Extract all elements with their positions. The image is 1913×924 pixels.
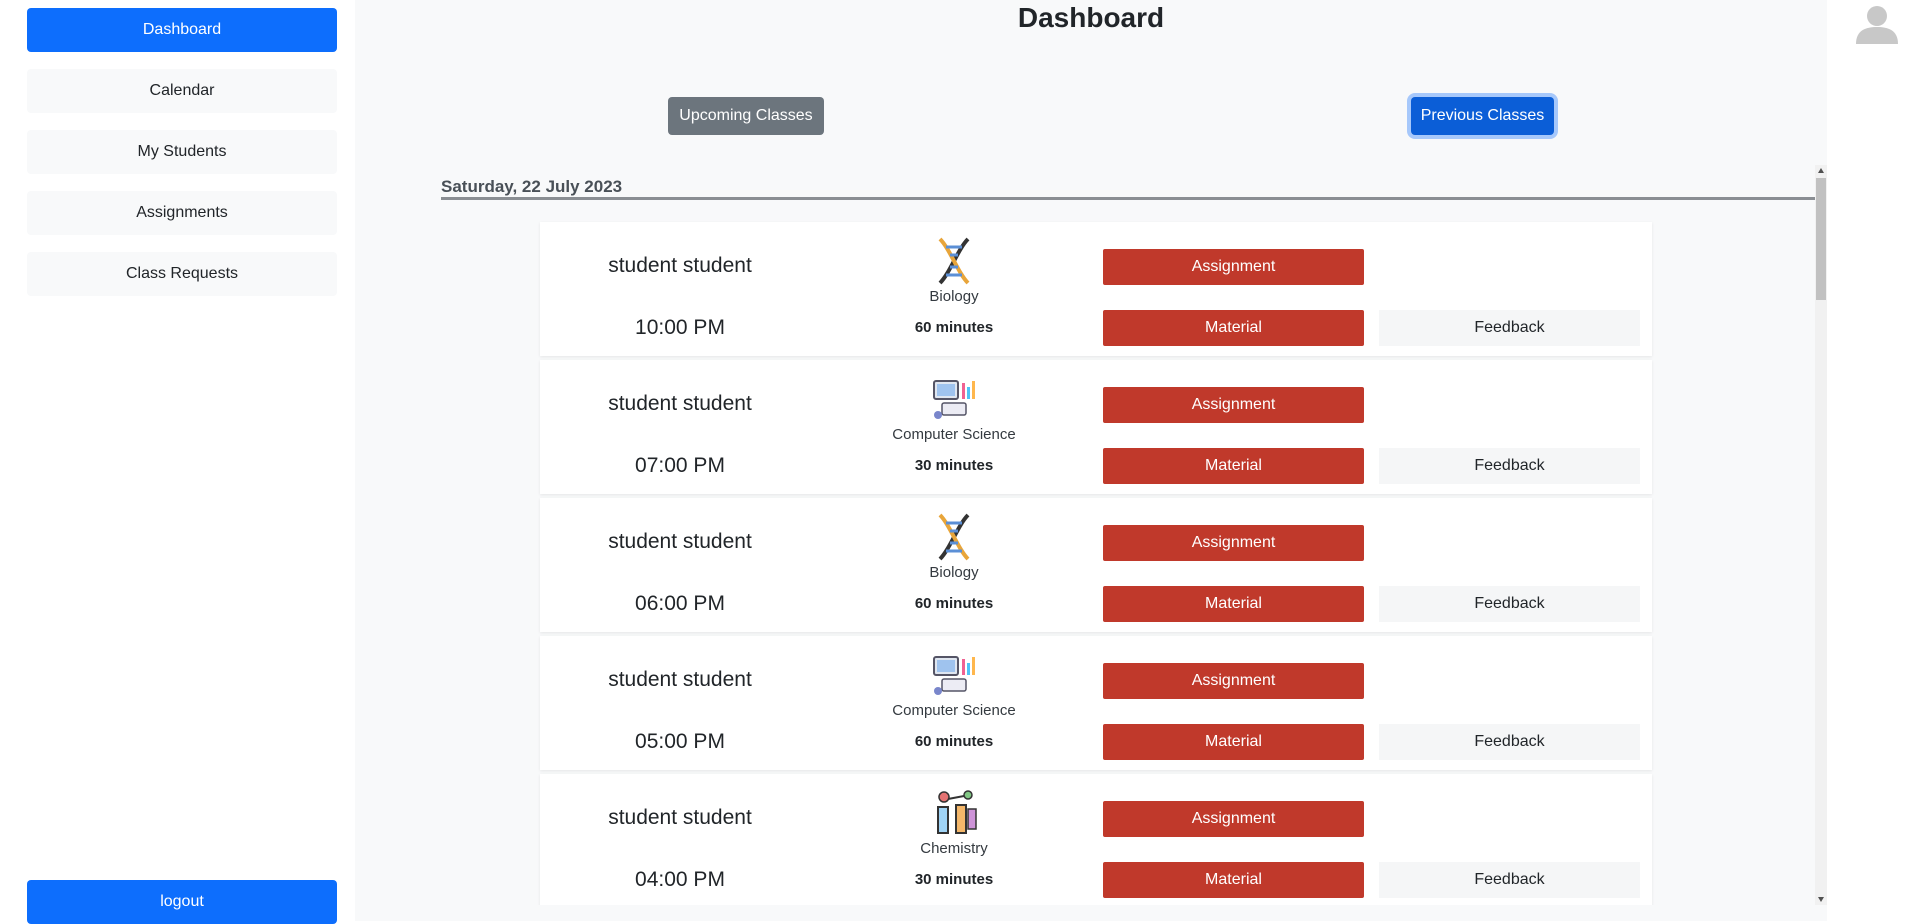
- class-time: 05:00 PM: [635, 730, 725, 753]
- material-button[interactable]: Material: [1103, 724, 1364, 760]
- student-name: student student: [608, 254, 752, 277]
- class-time: 07:00 PM: [635, 454, 725, 477]
- sidebar-item-class-requests[interactable]: Class Requests: [27, 252, 337, 296]
- chemistry-icon: [928, 787, 980, 839]
- sidebar-item-my-students[interactable]: My Students: [27, 130, 337, 174]
- logout-button[interactable]: logout: [27, 880, 337, 924]
- student-name: student student: [608, 392, 752, 415]
- subject-name: Chemistry: [920, 840, 988, 857]
- class-time: 04:00 PM: [635, 868, 725, 891]
- scroll-up-arrow-icon[interactable]: [1818, 168, 1824, 173]
- date-divider: [441, 197, 1815, 200]
- computer-science-icon: [928, 373, 980, 425]
- class-card: student student 06:00 PM Biology 60 minutes…: [540, 498, 1652, 632]
- student-name: student student: [608, 806, 752, 829]
- date-heading: Saturday, 22 July 2023: [441, 177, 623, 196]
- class-duration: 30 minutes: [914, 871, 994, 888]
- sidebar: Dashboard Calendar My Students Assignmen…: [0, 0, 355, 924]
- dna-icon: [928, 511, 980, 563]
- upcoming-classes-button[interactable]: Upcoming Classes: [668, 97, 824, 135]
- class-card: student student 05:00 PM Computer Science 6…: [540, 636, 1652, 770]
- student-name: student student: [608, 668, 752, 691]
- avatar-icon[interactable]: [1852, 0, 1902, 44]
- material-button[interactable]: Material: [1103, 862, 1364, 898]
- assignment-button[interactable]: Assignment: [1103, 249, 1364, 285]
- class-duration: 60 minutes: [914, 733, 994, 750]
- feedback-button[interactable]: Feedback: [1379, 862, 1640, 898]
- material-button[interactable]: Material: [1103, 448, 1364, 484]
- class-duration: 30 minutes: [914, 457, 994, 474]
- scroll-down-arrow-icon[interactable]: [1818, 897, 1824, 902]
- assignment-button[interactable]: Assignment: [1103, 801, 1364, 837]
- computer-science-icon: [928, 649, 980, 701]
- material-button[interactable]: Material: [1103, 586, 1364, 622]
- student-name: student student: [608, 530, 752, 553]
- main-content: Dashboard Upcoming Classes Previous Clas…: [355, 0, 1827, 921]
- class-card: student student 07:00 PM Computer Science 3…: [540, 360, 1652, 494]
- assignment-button[interactable]: Assignment: [1103, 387, 1364, 423]
- assignment-button[interactable]: Assignment: [1103, 525, 1364, 561]
- class-duration: 60 minutes: [914, 319, 994, 336]
- scrollbar-thumb[interactable]: [1816, 178, 1826, 300]
- previous-classes-button[interactable]: Previous Classes: [1411, 97, 1554, 135]
- feedback-button[interactable]: Feedback: [1379, 310, 1640, 346]
- class-card: student student 10:00 PM Biology 60 minutes…: [540, 222, 1652, 356]
- assignment-button[interactable]: Assignment: [1103, 663, 1364, 699]
- subject-name: Biology: [929, 564, 979, 581]
- dna-icon: [928, 235, 980, 287]
- feedback-button[interactable]: Feedback: [1379, 448, 1640, 484]
- class-card: student student 04:00 PM Chemistry 30 minut…: [540, 774, 1652, 905]
- material-button[interactable]: Material: [1103, 310, 1364, 346]
- classes-list[interactable]: Saturday, 22 July 2023 student student 10…: [425, 165, 1815, 905]
- sidebar-item-assignments[interactable]: Assignments: [27, 191, 337, 235]
- feedback-button[interactable]: Feedback: [1379, 586, 1640, 622]
- subject-name: Computer Science: [892, 426, 1016, 443]
- sidebar-item-dashboard[interactable]: Dashboard: [27, 8, 337, 52]
- subject-name: Computer Science: [892, 702, 1016, 719]
- subject-name: Biology: [929, 288, 979, 305]
- class-duration: 60 minutes: [914, 595, 994, 612]
- class-time: 10:00 PM: [635, 316, 725, 339]
- class-time: 06:00 PM: [635, 592, 725, 615]
- scrollbar[interactable]: [1815, 165, 1827, 905]
- feedback-button[interactable]: Feedback: [1379, 724, 1640, 760]
- sidebar-item-calendar[interactable]: Calendar: [27, 69, 337, 113]
- page-title: Dashboard: [1017, 2, 1165, 33]
